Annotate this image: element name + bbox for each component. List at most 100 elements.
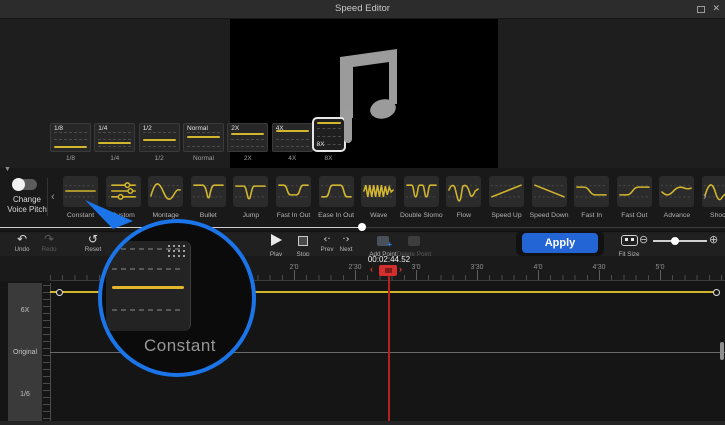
play-icon <box>271 234 282 246</box>
curve-thumbnail <box>532 176 567 206</box>
curve-preset-fast-out[interactable] <box>617 176 652 207</box>
speed-line <box>317 122 341 124</box>
window-title: Speed Editor <box>0 3 725 14</box>
curve-preset-speed-down[interactable] <box>532 176 567 207</box>
next-button[interactable]: ·› Next <box>333 233 359 253</box>
fit-size-icon <box>621 235 638 246</box>
speed-scale-panel: 6X Original 1/6 <box>8 283 42 421</box>
ruler-tick <box>660 270 661 280</box>
ruler-tick <box>599 270 600 280</box>
speed-editor-window: Speed Editor ✕ 1/81/81/41/41/21/2NormalN… <box>0 0 725 425</box>
magnified-constant-thumbnail <box>106 241 191 331</box>
curve-thumbnail <box>489 176 524 206</box>
drag-handle-dots-icon <box>168 245 185 257</box>
speed-line <box>54 146 87 148</box>
stop-button[interactable]: Stop <box>289 233 317 258</box>
redo-button[interactable]: ↷ Redo <box>34 233 64 253</box>
speed-preset-4x[interactable]: 4X <box>272 123 313 152</box>
speed-preset-2x[interactable]: 2X <box>227 123 268 152</box>
constant-speed-line <box>112 286 184 289</box>
ruler-tick-label: 3'0 <box>396 264 436 271</box>
presets-next-icon[interactable]: › <box>703 191 707 203</box>
zoom-in-icon[interactable]: ⊕ <box>709 233 718 246</box>
speed-line <box>143 139 176 141</box>
presets-scrollbar-handle[interactable] <box>358 223 366 231</box>
speed-preset-1-4[interactable]: 1/4 <box>94 123 135 152</box>
presets-prev-icon[interactable]: ‹ <box>51 191 55 203</box>
speed-preset-normal[interactable]: Normal <box>183 123 224 152</box>
scrub-left-icon[interactable]: ‹ <box>370 264 373 274</box>
curve-thumbnail <box>233 176 268 206</box>
curve-preset-bullet[interactable] <box>191 176 226 207</box>
zoom-slider-handle[interactable] <box>671 237 679 245</box>
delete-point-icon <box>408 236 420 246</box>
curve-preset-montage[interactable] <box>148 176 183 207</box>
speed-preset-caption: 8X <box>306 155 352 162</box>
collapse-arrow-icon[interactable]: ▼ <box>4 166 11 173</box>
voice-pitch-label: Change Voice Pitch <box>0 195 54 215</box>
apply-button[interactable]: Apply <box>522 233 598 253</box>
curve-point-end[interactable] <box>713 289 720 296</box>
curve-thumbnail <box>446 176 481 206</box>
speed-preset-1-2[interactable]: 1/2 <box>139 123 180 152</box>
titlebar: Speed Editor ✕ <box>0 0 725 19</box>
voice-pitch-line1: Change <box>13 195 41 204</box>
playhead-line[interactable] <box>388 276 390 421</box>
ruler-tick-label: 4'30 <box>579 264 619 271</box>
curve-preset-advance[interactable] <box>659 176 694 207</box>
magnifier-callout: Constant <box>98 219 256 377</box>
curve-preset-wave[interactable] <box>361 176 396 207</box>
curve-preset-fast-in[interactable] <box>574 176 609 207</box>
ruler-tick <box>538 270 539 280</box>
speed-preset-1-8[interactable]: 1/8 <box>50 123 91 152</box>
undo-button[interactable]: ↶ Undo <box>7 233 37 253</box>
maximize-icon[interactable] <box>697 6 705 13</box>
curve-preset-ease-in-out[interactable] <box>319 176 354 207</box>
ruler-tick <box>477 270 478 280</box>
curve-thumbnail <box>617 176 652 206</box>
close-icon[interactable]: ✕ <box>712 3 720 14</box>
zoom-slider-track[interactable] <box>653 240 707 242</box>
next-icon: ·› <box>333 233 359 246</box>
speed-line <box>187 136 220 138</box>
curve-preset-label: Shock <box>690 212 725 219</box>
magnifier-label: Constant <box>116 336 244 356</box>
vertical-scrollbar-thumb[interactable] <box>720 342 724 360</box>
grid-line <box>276 146 309 147</box>
curve-preset-speed-up[interactable] <box>489 176 524 207</box>
scale-label-top: 6X <box>8 307 42 314</box>
curve-thumbnail <box>574 176 609 206</box>
grid-line <box>231 146 264 147</box>
fit-size-dot <box>625 238 628 241</box>
speed-preset-8x[interactable]: 8X <box>312 117 346 152</box>
curve-preset-fast-in-out[interactable] <box>276 176 311 207</box>
curve-point-start[interactable] <box>56 289 63 296</box>
voice-pitch-line2: Voice Pitch <box>7 205 47 214</box>
zoom-out-icon[interactable]: ⊖ <box>639 233 648 246</box>
bottom-edge <box>0 421 725 425</box>
grid-line <box>317 128 341 129</box>
presets-scrollbar-track[interactable] <box>362 227 725 229</box>
scale-label-original: Original <box>8 349 42 356</box>
curve-preset-jump[interactable] <box>233 176 268 207</box>
playhead-scrubber[interactable] <box>379 265 397 276</box>
scrub-right-icon[interactable]: › <box>399 264 402 274</box>
speed-preset-inner-label: Normal <box>187 125 208 132</box>
curve-thumbnail <box>148 176 183 206</box>
scrollbar-thumb[interactable] <box>344 106 352 143</box>
redo-icon: ↷ <box>34 233 64 246</box>
curve-preset-double-slomo[interactable] <box>404 176 439 207</box>
timecode: 00:02:44.52 <box>345 255 433 264</box>
grid-line <box>98 139 131 140</box>
undo-label: Undo <box>7 246 37 253</box>
reset-label: Reset <box>76 246 110 253</box>
speed-preset-inner-label: 2X <box>231 125 239 132</box>
next-label: Next <box>333 246 359 253</box>
toggle-knob <box>12 178 25 191</box>
voice-pitch-toggle[interactable] <box>13 179 37 190</box>
ruler-tick <box>294 270 295 280</box>
curve-preset-flow[interactable] <box>446 176 481 207</box>
apply-button-frame: Apply <box>516 230 604 256</box>
play-button[interactable]: Play <box>262 233 290 258</box>
ruler-tick-label: 3'30 <box>457 264 497 271</box>
